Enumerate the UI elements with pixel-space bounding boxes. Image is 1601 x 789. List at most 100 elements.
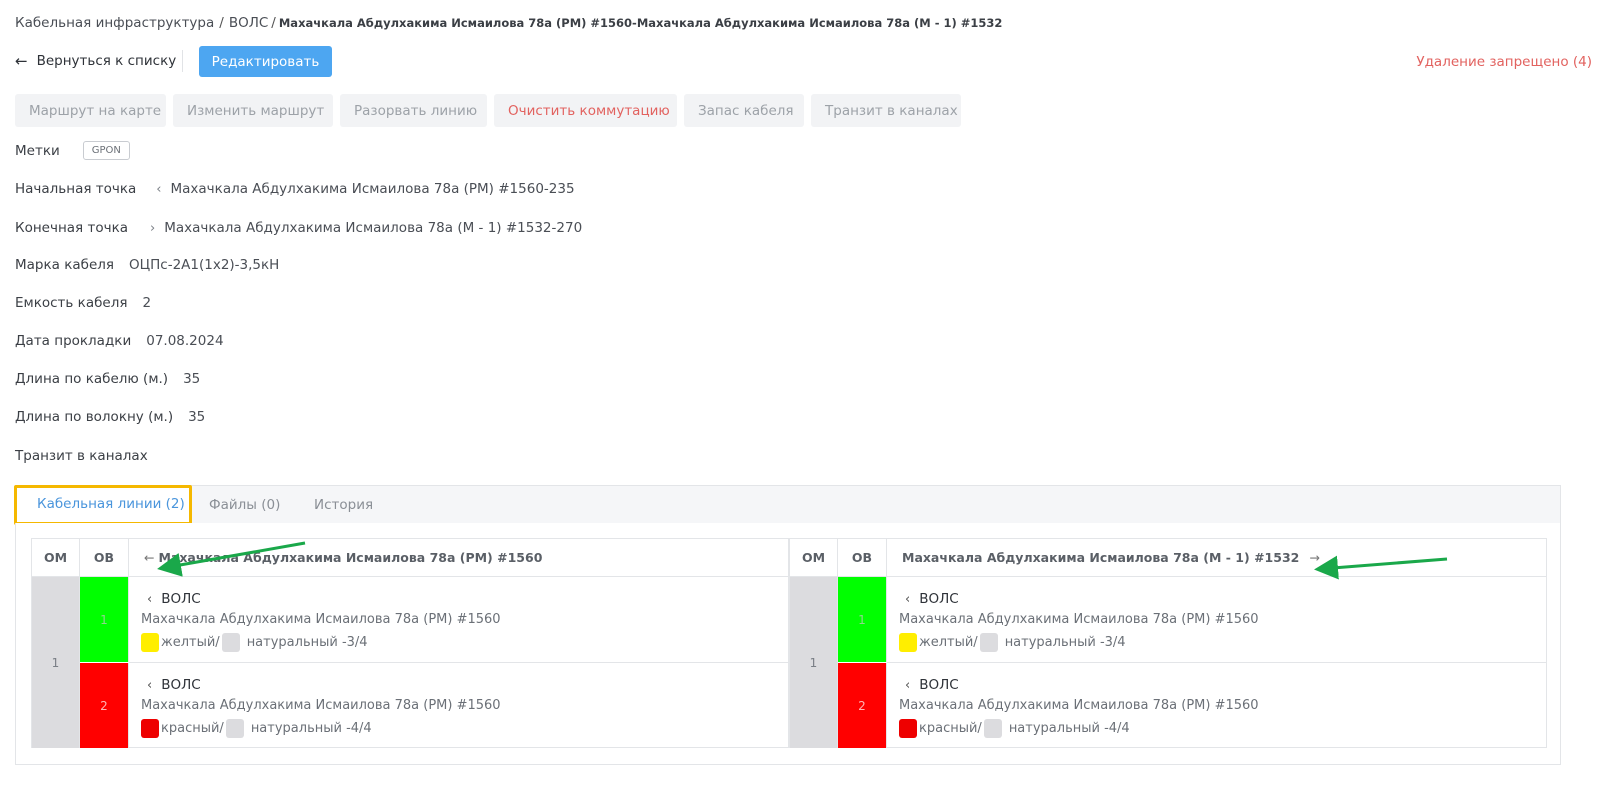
end-point-label: Конечная точка xyxy=(15,220,128,236)
fiber-length-label: Длина по волокну (м.) xyxy=(15,409,174,425)
fiber-link-title[interactable]: ‹ ВОЛС xyxy=(141,591,201,607)
table-header: ОМ ОВ ← Махачкала Абдулхакима Исмаилова 7… xyxy=(32,539,788,577)
left-end-title-text: Махачкала Абдулхакима Исмаилова 78а (РМ)… xyxy=(158,550,543,565)
cable-brand-label: Марка кабеля xyxy=(15,257,115,273)
fiber-link-title[interactable]: ‹ ВОЛС xyxy=(899,591,959,607)
right-end-title: Махачкала Абдулхакима Исмаилова 78а (М -… xyxy=(902,539,1320,577)
cable-length-label: Длина по кабелю (м.) xyxy=(15,371,169,387)
natural-swatch xyxy=(979,633,998,652)
red-swatch xyxy=(899,719,917,738)
lay-date-label: Дата прокладки xyxy=(15,333,132,349)
fiber-colors: желтый/натуральный -3/4 xyxy=(899,633,1126,652)
fiber-length-field: Длина по волокну (м.) 35 xyxy=(15,409,205,425)
arrow-left-icon: ← xyxy=(15,52,28,70)
fiber-location: Махачкала Абдулхакима Исмаилова 78а (РМ)… xyxy=(141,612,501,627)
edit-button[interactable]: Редактировать xyxy=(199,46,332,77)
clear-switching-button[interactable]: Очистить коммутацию xyxy=(494,94,677,127)
cable-reserve-button[interactable]: Запас кабеля xyxy=(684,94,804,127)
color-name: желтый/ xyxy=(161,635,220,650)
chevron-right-icon: › xyxy=(150,220,156,236)
fiber-colors: красный/натуральный -4/4 xyxy=(141,719,372,738)
tabs-bar: Кабельная линии (2) Файлы (0) История xyxy=(14,485,1561,525)
cable-capacity-field: Емкость кабеля 2 xyxy=(15,295,151,311)
fiber-link-type: ВОЛС xyxy=(161,677,201,693)
start-point-field: Начальная точка ‹ Махачкала Абдулхакима … xyxy=(15,181,575,197)
start-point-value[interactable]: Махачкала Абдулхакима Исмаилова 78а (РМ)… xyxy=(171,181,575,197)
col-ov-header: ОВ xyxy=(80,539,129,577)
lay-date-value: 07.08.2024 xyxy=(146,333,224,349)
breadcrumb-section[interactable]: ВОЛС xyxy=(229,15,268,31)
cable-brand-field: Марка кабеля ОЦПс-2А1(1х2)-3,5кН xyxy=(15,257,279,273)
fiber-location: Махачкала Абдулхакима Исмаилова 78а (РМ)… xyxy=(899,612,1259,627)
divider xyxy=(182,50,183,72)
fiber-location: Махачкала Абдулхакима Исмаилова 78а (РМ)… xyxy=(899,698,1259,713)
col-om-header: ОМ xyxy=(32,539,80,577)
channel-transit-button[interactable]: Транзит в каналах xyxy=(811,94,961,127)
col-ov-header: ОВ xyxy=(838,539,887,577)
channel-transit-label: Транзит в каналах xyxy=(15,448,148,464)
cable-capacity-value: 2 xyxy=(142,295,152,311)
fiber-cell[interactable]: 2 xyxy=(838,663,887,748)
right-end-title-text: Махачкала Абдулхакима Исмаилова 78а (М -… xyxy=(902,550,1300,565)
left-end-title: ← Махачкала Абдулхакима Исмаилова 78а (РМ… xyxy=(144,539,542,577)
lay-date-field: Дата прокладки 07.08.2024 xyxy=(15,333,224,349)
tab-files[interactable]: Файлы (0) xyxy=(209,486,280,524)
end-point-value[interactable]: Махачкала Абдулхакима Исмаилова 78а (М -… xyxy=(164,220,582,236)
start-point-label: Начальная точка xyxy=(15,181,137,197)
table-header: ОМ ОВ Махачкала Абдулхакима Исмаилова 78… xyxy=(790,539,1546,577)
natural-swatch xyxy=(225,719,244,738)
breadcrumb-separator: / xyxy=(271,15,276,31)
fiber-link-title[interactable]: ‹ ВОЛС xyxy=(899,677,959,693)
natural-swatch xyxy=(221,633,240,652)
chevron-left-icon: ‹ xyxy=(905,591,911,607)
tab-cable-lines[interactable]: Кабельная линии (2) xyxy=(14,485,192,525)
color-name: желтый/ xyxy=(919,635,978,650)
change-route-button[interactable]: Изменить маршрут xyxy=(173,94,333,127)
list-item: ‹ ВОЛС Махачкала Абдулхакима Исмаилова 78… xyxy=(899,663,1539,748)
back-to-list-label: Вернуться к списку xyxy=(36,53,177,69)
end-point-field: Конечная точка › Махачкала Абдулхакима И… xyxy=(15,220,582,236)
color-name: натуральный -4/4 xyxy=(1008,721,1130,736)
breadcrumb-root[interactable]: Кабельная инфраструктура xyxy=(15,15,214,31)
fiber-link-type: ВОЛС xyxy=(919,677,959,693)
tags-label: Метки xyxy=(15,142,60,159)
break-line-button[interactable]: Разорвать линию xyxy=(340,94,487,127)
chevron-left-icon: ‹ xyxy=(147,677,153,693)
fiber-link-type: ВОЛС xyxy=(161,591,201,607)
module-cell: 1 xyxy=(790,577,838,748)
color-name: красный/ xyxy=(161,721,224,736)
cable-lines-panel: ОМ ОВ ← Махачкала Абдулхакима Исмаилова 7… xyxy=(15,523,1561,765)
fiber-link-type: ВОЛС xyxy=(919,591,959,607)
module-cell: 1 xyxy=(32,577,80,748)
breadcrumb: Кабельная инфраструктура / ВОЛС / Махачкала … xyxy=(15,15,1002,31)
fiber-cell[interactable]: 1 xyxy=(838,577,887,662)
chevron-left-icon: ‹ xyxy=(156,181,162,197)
action-toolbar: Маршрут на карте Изменить маршрут Разорв… xyxy=(15,94,961,127)
fiber-link-title[interactable]: ‹ ВОЛС xyxy=(141,677,201,693)
yellow-swatch xyxy=(141,633,159,652)
breadcrumb-current: Махачкала Абдулхакима Исмаилова 78а (РМ)… xyxy=(278,16,1003,30)
color-name: натуральный -3/4 xyxy=(246,635,368,650)
route-on-map-button[interactable]: Маршрут на карте xyxy=(15,94,166,127)
arrow-left-icon[interactable]: ← xyxy=(144,550,154,565)
back-to-list-link[interactable]: ← Вернуться к списку xyxy=(15,52,176,70)
yellow-swatch xyxy=(899,633,917,652)
fiber-cell[interactable]: 2 xyxy=(80,663,129,748)
fiber-colors: желтый/натуральный -3/4 xyxy=(141,633,368,652)
color-name: натуральный -3/4 xyxy=(1004,635,1126,650)
breadcrumb-separator: / xyxy=(219,15,224,31)
tab-history[interactable]: История xyxy=(314,486,373,524)
chevron-left-icon: ‹ xyxy=(147,591,153,607)
cable-length-field: Длина по кабелю (м.) 35 xyxy=(15,371,200,387)
fiber-length-value: 35 xyxy=(188,409,206,425)
left-end-table: ОМ ОВ ← Махачкала Абдулхакима Исмаилова 7… xyxy=(31,538,789,748)
cable-length-value: 35 xyxy=(183,371,201,387)
fiber-cell[interactable]: 1 xyxy=(80,577,129,662)
cable-brand-value: ОЦПс-2А1(1х2)-3,5кН xyxy=(129,257,280,273)
tag-badge: GPON xyxy=(82,141,130,160)
arrow-right-icon[interactable]: → xyxy=(1309,550,1319,565)
fiber-colors: красный/натуральный -4/4 xyxy=(899,719,1130,738)
col-om-header: ОМ xyxy=(790,539,838,577)
chevron-left-icon: ‹ xyxy=(905,677,911,693)
red-swatch xyxy=(141,719,159,738)
